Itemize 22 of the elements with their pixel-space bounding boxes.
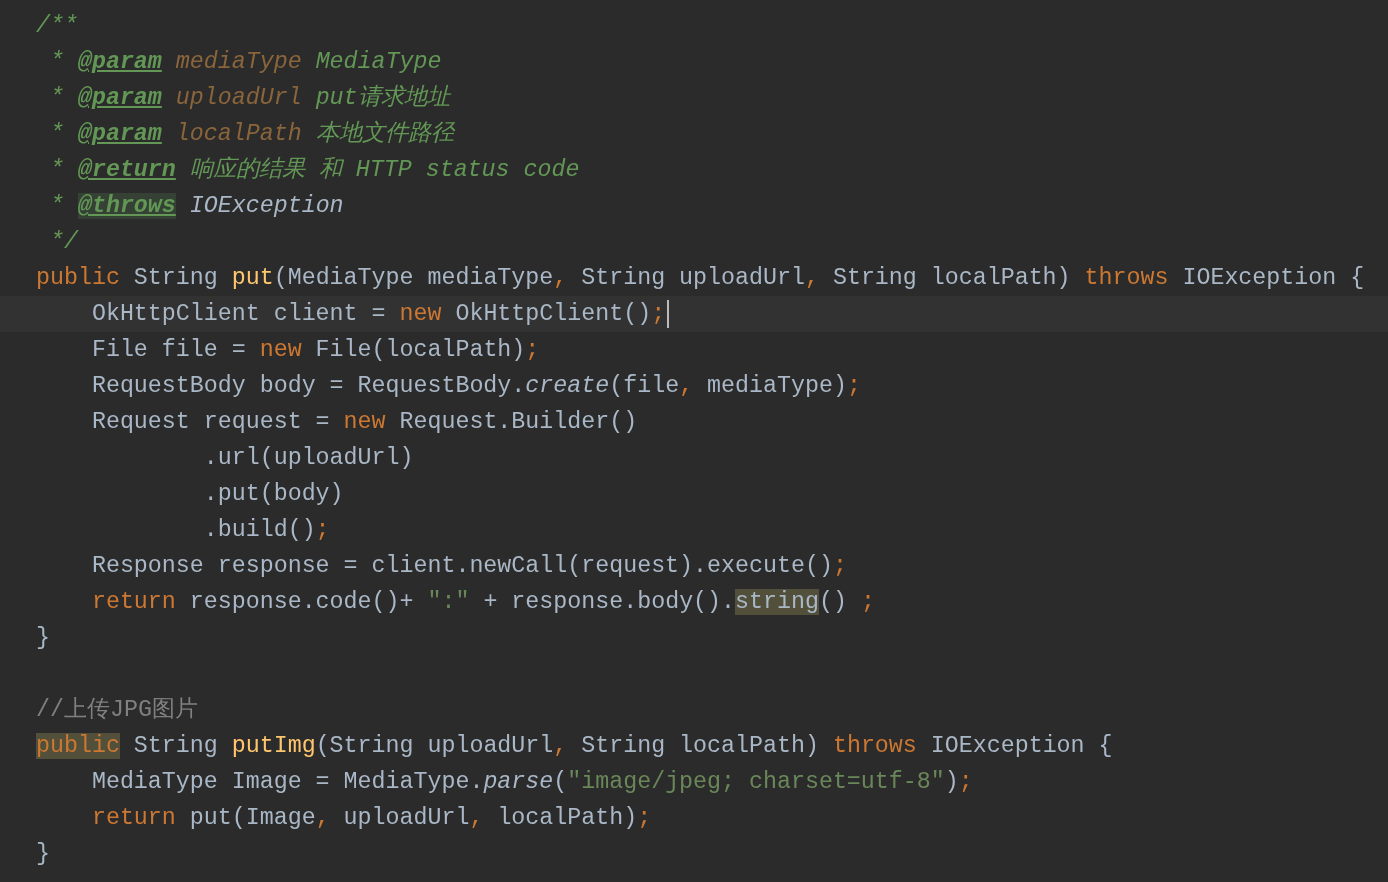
code-line: * @throws IOException [48, 192, 345, 221]
code-line: * @param localPath 本地文件路径 [48, 119, 456, 149]
code-line: } [35, 624, 51, 653]
code-line: RequestBody body = RequestBody.create(file, mediaType); [90, 372, 862, 401]
code-line: * @param mediaType MediaType [48, 48, 443, 77]
code-line: * @return 响应的结果 和 HTTP status code [48, 155, 581, 185]
code-line: .put(body) [202, 480, 345, 509]
code-line: .url(uploadUrl) [202, 444, 415, 473]
code-line: return response.code()+ ":" + response.body().string() ; [90, 588, 876, 617]
code-line: Request request = new Request.Builder() [90, 408, 639, 437]
code-line: * @param uploadUrl put请求地址 [48, 84, 452, 113]
code-line: .build(); [202, 516, 331, 545]
code-line: /** [35, 12, 79, 41]
code-line: MediaType Image = MediaType.parse("image/jpeg; charset=utf-8"); [90, 768, 974, 797]
code-line: public String putImg(String uploadUrl, String localPath) throws IOException { [35, 732, 1114, 761]
code-line: public String put(MediaType mediaType, String uploadUrl, String localPath) throws IOException { [35, 264, 1366, 293]
code-line: //上传JPG图片 [35, 696, 199, 725]
code-line: Response response = client.newCall(request).execute(); [90, 552, 848, 581]
code-line: } [35, 840, 51, 869]
code-line: */ [48, 228, 80, 257]
code-line: return put(Image, uploadUrl, localPath); [90, 804, 653, 833]
code-line: File file = new File(localPath); [90, 336, 541, 365]
